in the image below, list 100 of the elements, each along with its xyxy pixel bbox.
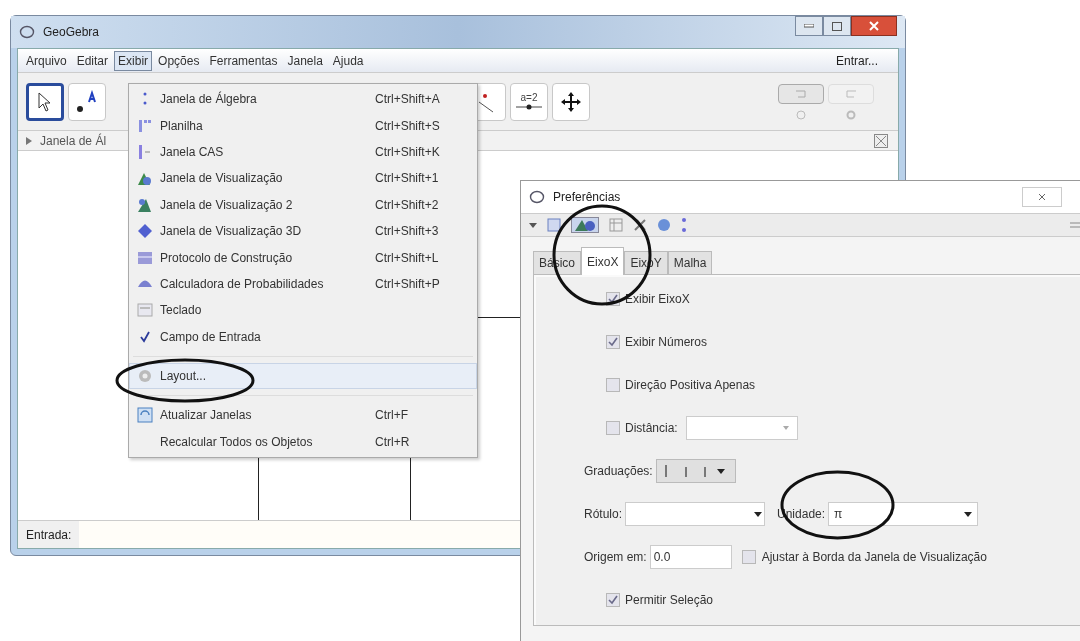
- tick-marks-icon: [662, 465, 709, 477]
- menu-item[interactable]: Janela: [283, 50, 327, 71]
- table-icon: [137, 249, 153, 266]
- menu-entry-label: Teclado: [160, 302, 203, 320]
- settings-icon[interactable]: [846, 109, 856, 120]
- caret-icon: [754, 511, 763, 517]
- bar-icon: [138, 143, 152, 160]
- checkbox-label: Ajustar à Borda da Janela de Visualização: [761, 549, 987, 566]
- undo-icon: [794, 89, 808, 98]
- checkbox[interactable]: [606, 335, 620, 349]
- redo-icon: [844, 89, 858, 98]
- shortcut-label: Ctrl+Shift+A: [375, 91, 440, 109]
- checkbox-label: Exibir Números: [625, 334, 708, 351]
- checkbox[interactable]: [606, 593, 620, 607]
- expand-icon[interactable]: [26, 136, 32, 145]
- distance-dropdown[interactable]: [685, 416, 798, 440]
- menu-entry-label: Campo de Entrada: [160, 328, 262, 346]
- menu-entry[interactable]: Protocolo de Construção Ctrl+Shift+L: [129, 244, 477, 271]
- input-label: Entrada:: [25, 526, 73, 544]
- window-title: Preferências: [553, 189, 621, 206]
- menu-entry[interactable]: Janela de Visualização Ctrl+Shift+1: [129, 165, 477, 192]
- checkbox[interactable]: [606, 421, 620, 435]
- menu-entry-label: Janela CAS: [160, 143, 225, 161]
- menu-entry[interactable]: Janela de Álgebra Ctrl+Shift+A: [129, 86, 477, 113]
- grid-icon: [138, 117, 152, 134]
- menu-entry[interactable]: Atualizar Janelas Ctrl+F: [129, 402, 477, 429]
- menu-entry-label: Recalcular Todos os Objetos: [160, 433, 314, 451]
- close-icon: [1038, 193, 1046, 201]
- shapes-icon[interactable]: [571, 217, 599, 233]
- menu-entry[interactable]: Calculadora de Probabilidades Ctrl+Shift+P: [129, 270, 477, 298]
- menu-entry[interactable]: Planilha Ctrl+Shift+S: [129, 112, 477, 139]
- bell-curve-icon: [137, 279, 153, 288]
- shortcut-label: Ctrl+Shift+3: [375, 223, 439, 241]
- menu-entry[interactable]: Recalcular Todos os Objetos Ctrl+R: [129, 428, 477, 456]
- menu-entry-label: Janela de Álgebra: [160, 90, 258, 109]
- menu-item[interactable]: Editar: [72, 50, 113, 71]
- checkbox-label: Permitir Seleção: [625, 592, 714, 609]
- menu-entry[interactable]: Teclado: [129, 297, 477, 324]
- keyboard-icon: [137, 302, 153, 319]
- caret-icon: [964, 511, 973, 517]
- unit-value: π: [834, 506, 843, 523]
- menu-item[interactable]: Exibir: [114, 50, 153, 71]
- login-link[interactable]: Entrar...: [835, 51, 894, 70]
- gear-icon: [137, 368, 153, 385]
- caret-icon: [716, 468, 725, 474]
- field-label: Graduações:: [584, 463, 653, 480]
- menu-entry[interactable]: Layout...: [129, 362, 477, 390]
- menu-item[interactable]: Opções: [154, 50, 204, 71]
- dots-icon[interactable]: [681, 217, 687, 233]
- menu-entry-label: Planilha: [160, 117, 204, 135]
- unit-dropdown[interactable]: π: [828, 502, 979, 526]
- maximize-button[interactable]: [823, 16, 851, 36]
- shortcut-label: Ctrl+F: [375, 407, 408, 425]
- menu-item[interactable]: Arquivo: [22, 50, 71, 71]
- help-icon[interactable]: [796, 109, 806, 120]
- close-view-icon[interactable]: [874, 133, 888, 148]
- menu-entry[interactable]: Janela CAS Ctrl+Shift+K: [129, 138, 477, 166]
- maximize-icon: [832, 21, 842, 31]
- checkbox-label: Direção Positiva Apenas: [625, 377, 756, 394]
- window-title: GeoGebra: [43, 24, 100, 41]
- tab[interactable]: EixoX: [581, 247, 625, 275]
- menu-entry-label: Janela de Visualização: [160, 170, 284, 188]
- close-icon: [869, 21, 879, 31]
- shortcut-label: Ctrl+Shift+K: [375, 143, 440, 161]
- shortcut-label: Ctrl+Shift+S: [375, 117, 440, 135]
- shortcut-label: Ctrl+R: [375, 433, 410, 451]
- graphics-icon[interactable]: [547, 218, 561, 232]
- point-icon: [75, 89, 99, 114]
- undo-button[interactable]: [778, 83, 824, 104]
- app-logo-icon: [529, 189, 545, 205]
- app-logo-icon: [19, 24, 35, 40]
- checkbox[interactable]: [741, 550, 756, 564]
- shortcut-label: Ctrl+Shift+2: [375, 196, 439, 214]
- minimize-icon: [804, 24, 814, 28]
- close-button[interactable]: [851, 16, 897, 36]
- checkbox-label: Distância:: [625, 420, 678, 437]
- menu-entry-label: Protocolo de Construção: [160, 249, 294, 267]
- shortcut-label: Ctrl+Shift+P: [375, 275, 440, 293]
- menu-entry-label: Calculadora de Probabilidades: [160, 275, 325, 293]
- shapes-icon: [137, 196, 153, 213]
- checkbox[interactable]: [606, 378, 620, 392]
- menu-item[interactable]: Ferramentas: [205, 50, 282, 71]
- tool-button[interactable]: a=2: [510, 82, 548, 121]
- menu-entry[interactable]: Campo de Entrada: [129, 323, 477, 350]
- table-icon[interactable]: [609, 218, 623, 232]
- dock-icon[interactable]: [1070, 221, 1080, 229]
- shortcut-label: Ctrl+Shift+1: [375, 170, 439, 188]
- minimize-button[interactable]: [795, 16, 823, 36]
- menu-entry-label: Atualizar Janelas: [160, 407, 253, 425]
- label-dropdown[interactable]: [625, 502, 766, 526]
- dropdown-arrow-icon[interactable]: [529, 222, 537, 228]
- ticks-dropdown[interactable]: [655, 459, 736, 483]
- tool-button[interactable]: [26, 82, 64, 121]
- menu-entry[interactable]: Janela de Visualização 2 Ctrl+Shift+2: [129, 191, 477, 218]
- refresh-icon: [137, 407, 153, 424]
- menu-entry-label: Janela de Visualização 3D: [160, 223, 303, 241]
- tab[interactable]: Malha: [667, 251, 713, 275]
- origin-field[interactable]: 0.0: [649, 545, 732, 569]
- menu-entry[interactable]: Janela de Visualização 3D Ctrl+Shift+3: [129, 217, 477, 245]
- menu-item[interactable]: Ajuda: [328, 50, 368, 71]
